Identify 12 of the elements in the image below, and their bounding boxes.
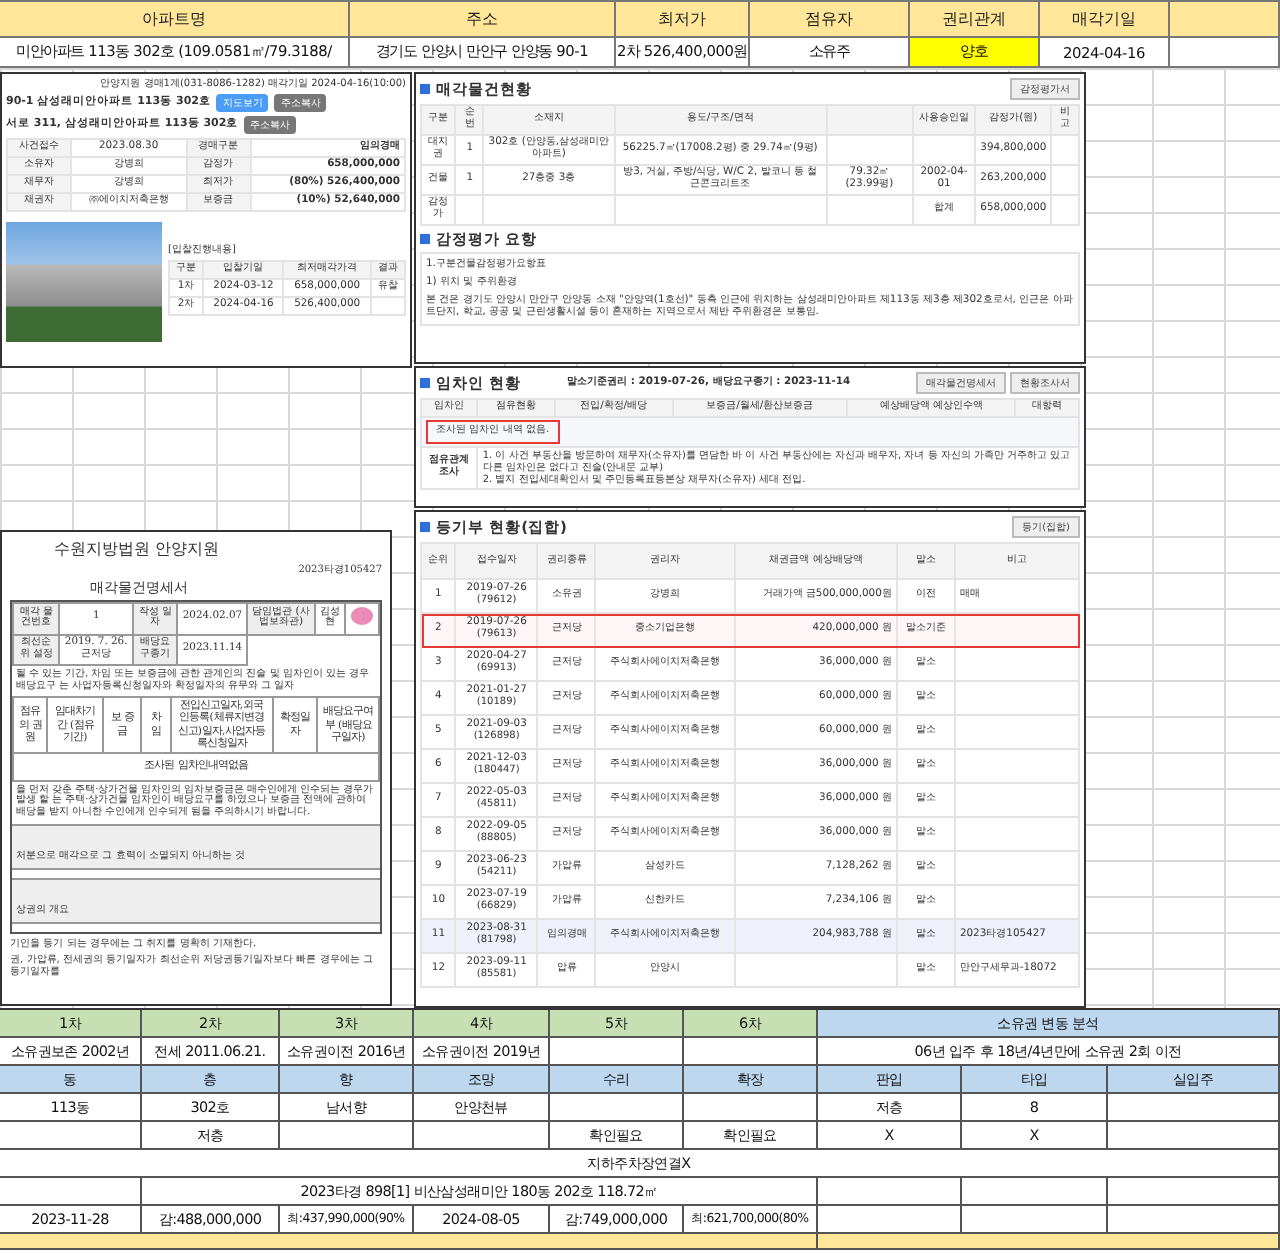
- column-header: 아파트명: [0, 0, 350, 38]
- seal-stamp-icon: [349, 605, 374, 626]
- column-header: 점유자: [750, 0, 910, 38]
- bullet-icon: [420, 378, 430, 388]
- bullet-icon: [420, 233, 430, 244]
- court-name: 수원지방법원 안양지원: [52, 540, 222, 560]
- column-header: 매각기일: [1040, 0, 1170, 38]
- bullet-icon: [420, 84, 430, 94]
- bullet-icon: [420, 522, 430, 532]
- column-header: 최저가: [616, 0, 750, 38]
- column-header: 주소: [350, 0, 616, 38]
- column-header: 권리관계: [910, 0, 1040, 38]
